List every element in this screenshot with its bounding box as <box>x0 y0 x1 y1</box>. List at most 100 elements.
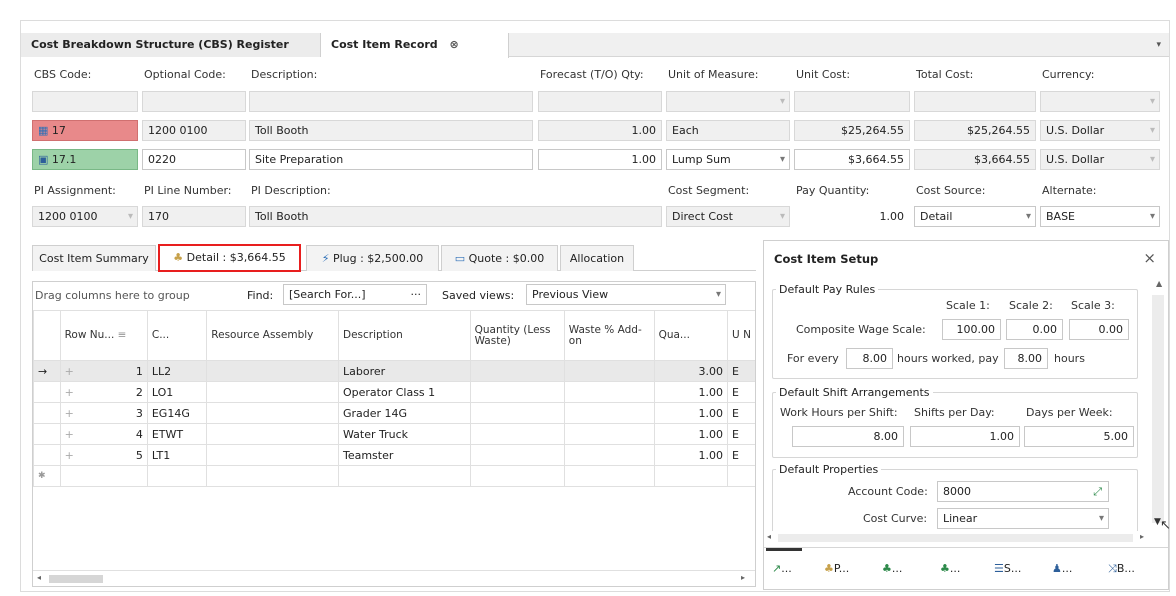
code-cell[interactable]: EG14G <box>146 402 208 424</box>
unit-cell[interactable]: E <box>727 381 755 403</box>
new-row-cell[interactable] <box>469 465 565 487</box>
unit-cell[interactable]: E <box>727 402 755 424</box>
tab-cbs-register[interactable]: Cost Breakdown Structure (CBS) Register <box>21 33 321 57</box>
row-indicator[interactable]: → <box>33 360 61 382</box>
bottom-tab-crew[interactable]: ♣... <box>940 562 960 575</box>
currency-parent[interactable]: U.S. Dollar <box>1040 120 1160 141</box>
new-row-cell[interactable] <box>59 465 148 487</box>
cost-curve-select[interactable]: Linear <box>937 508 1109 529</box>
table-row[interactable]: +5 LT1 Teamster 1.00 E <box>33 444 755 466</box>
table-row[interactable]: +2 LO1 Operator Class 1 1.00 E <box>33 381 755 403</box>
find-input[interactable]: [Search For...] ··· <box>283 284 427 305</box>
row-indicator[interactable] <box>33 381 61 403</box>
quantity-less-waste-cell[interactable] <box>469 444 565 466</box>
cost-segment-field[interactable]: Direct Cost <box>666 206 790 227</box>
row-indicator[interactable] <box>33 423 61 445</box>
scale3-input[interactable]: 0.00 <box>1069 319 1129 340</box>
quantity-cell[interactable]: 3.00 <box>653 360 729 382</box>
expand-icon[interactable]: + <box>65 449 74 462</box>
saved-views-select[interactable]: Previous View <box>526 284 726 305</box>
bottom-tab-schedule[interactable]: ☰S... <box>994 562 1021 575</box>
work-hours-input[interactable]: 8.00 <box>792 426 904 447</box>
unit-cell[interactable]: E <box>727 444 755 466</box>
quantity-less-waste-cell[interactable] <box>469 423 565 445</box>
scroll-right-icon[interactable]: ▸ <box>1140 532 1144 541</box>
uom-child[interactable]: Lump Sum <box>666 149 790 170</box>
tab-cost-item-record[interactable]: Cost Item Record ⊗ <box>321 33 509 58</box>
unit-cost-child[interactable]: $3,664.55 <box>794 149 910 170</box>
shifts-day-input[interactable]: 1.00 <box>910 426 1020 447</box>
table-row[interactable]: +3 EG14G Grader 14G 1.00 E <box>33 402 755 424</box>
quantity-less-waste-cell[interactable] <box>469 360 565 382</box>
waste-cell[interactable] <box>563 360 655 382</box>
optional-code-child[interactable]: 0220 <box>142 149 246 170</box>
row-number-cell[interactable]: +5 <box>59 444 148 466</box>
bottom-tab-pay[interactable]: ♣P... <box>824 562 849 575</box>
cost-source-field[interactable]: Detail <box>914 206 1036 227</box>
row-number-cell[interactable]: +4 <box>59 423 148 445</box>
filter-forecast[interactable] <box>538 91 662 112</box>
forecast-child[interactable]: 1.00 <box>538 149 662 170</box>
col-unit[interactable]: U N <box>727 310 755 361</box>
quantity-cell[interactable]: 1.00 <box>653 423 729 445</box>
row-number-cell[interactable]: +3 <box>59 402 148 424</box>
waste-cell[interactable] <box>563 402 655 424</box>
pay-qty-field[interactable]: 1.00 <box>794 206 910 227</box>
filter-unit-cost[interactable] <box>794 91 910 112</box>
scroll-left-icon[interactable]: ◂ <box>37 573 41 582</box>
cbs-code-child[interactable]: ▣ 17.1 <box>32 149 138 170</box>
resource-assembly-cell[interactable] <box>206 423 339 445</box>
quantity-less-waste-cell[interactable] <box>469 381 565 403</box>
filter-total-cost[interactable] <box>914 91 1036 112</box>
bottom-tab-resources[interactable]: ♣... <box>882 562 902 575</box>
tab-plug[interactable]: ⚡ Plug : $2,500.00 <box>306 245 439 271</box>
tab-overflow-icon[interactable]: ▾ <box>1156 33 1161 57</box>
row-indicator[interactable] <box>33 402 61 424</box>
new-row-cell[interactable] <box>337 465 471 487</box>
description-parent[interactable]: Toll Booth <box>249 120 533 141</box>
panel-vertical-scrollbar[interactable]: ▲ ▼ <box>1148 277 1168 541</box>
col-code[interactable]: C... <box>146 310 208 361</box>
uom-parent[interactable]: Each <box>666 120 790 141</box>
resource-assembly-cell[interactable] <box>206 381 339 403</box>
filter-optional[interactable] <box>142 91 246 112</box>
row-indicator[interactable] <box>33 444 61 466</box>
ellipsis-button[interactable]: ··· <box>411 285 422 304</box>
waste-cell[interactable] <box>563 381 655 403</box>
col-quantity[interactable]: Qua... <box>653 310 729 361</box>
expand-icon[interactable]: + <box>65 365 74 378</box>
waste-cell[interactable] <box>563 444 655 466</box>
scroll-thumb[interactable] <box>1152 295 1164 523</box>
scale2-input[interactable]: 0.00 <box>1006 319 1063 340</box>
row-number-cell[interactable]: +1 <box>59 360 148 382</box>
col-quantity-less-waste[interactable]: Quantity (Less Waste) <box>469 310 565 361</box>
currency-child[interactable]: U.S. Dollar <box>1040 149 1160 170</box>
unit-cell[interactable]: E <box>727 360 755 382</box>
pi-desc-field[interactable]: Toll Booth <box>249 206 662 227</box>
filter-currency[interactable] <box>1040 91 1160 112</box>
code-cell[interactable]: ETWT <box>146 423 208 445</box>
row-number-cell[interactable]: +2 <box>59 381 148 403</box>
filter-uom[interactable] <box>666 91 790 112</box>
panel-horizontal-scrollbar[interactable]: ◂ ▸ <box>764 531 1146 545</box>
horizontal-scrollbar[interactable]: ◂ ▸ <box>33 570 755 586</box>
hours-per-input[interactable]: 8.00 <box>846 348 893 369</box>
pay-hours-input[interactable]: 8.00 <box>1004 348 1048 369</box>
scroll-thumb[interactable] <box>778 534 1133 542</box>
quantity-cell[interactable]: 1.00 <box>653 402 729 424</box>
code-cell[interactable]: LO1 <box>146 381 208 403</box>
days-week-input[interactable]: 5.00 <box>1024 426 1134 447</box>
new-row-cell[interactable] <box>653 465 729 487</box>
scroll-thumb[interactable] <box>49 575 103 583</box>
new-row-cell[interactable] <box>206 465 339 487</box>
description-cell[interactable]: Laborer <box>337 360 471 382</box>
forecast-parent[interactable]: 1.00 <box>538 120 662 141</box>
expand-icon[interactable]: + <box>65 386 74 399</box>
quantity-cell[interactable]: 1.00 <box>653 381 729 403</box>
tab-detail[interactable]: ♣ Detail : $3,664.55 <box>158 244 301 272</box>
table-row[interactable]: → +1 LL2 Laborer 3.00 E <box>33 360 755 382</box>
new-row[interactable]: ✱ <box>33 465 755 487</box>
table-row[interactable]: +4 ETWT Water Truck 1.00 E <box>33 423 755 445</box>
scroll-left-icon[interactable]: ◂ <box>767 532 771 541</box>
expand-icon[interactable]: + <box>65 428 74 441</box>
